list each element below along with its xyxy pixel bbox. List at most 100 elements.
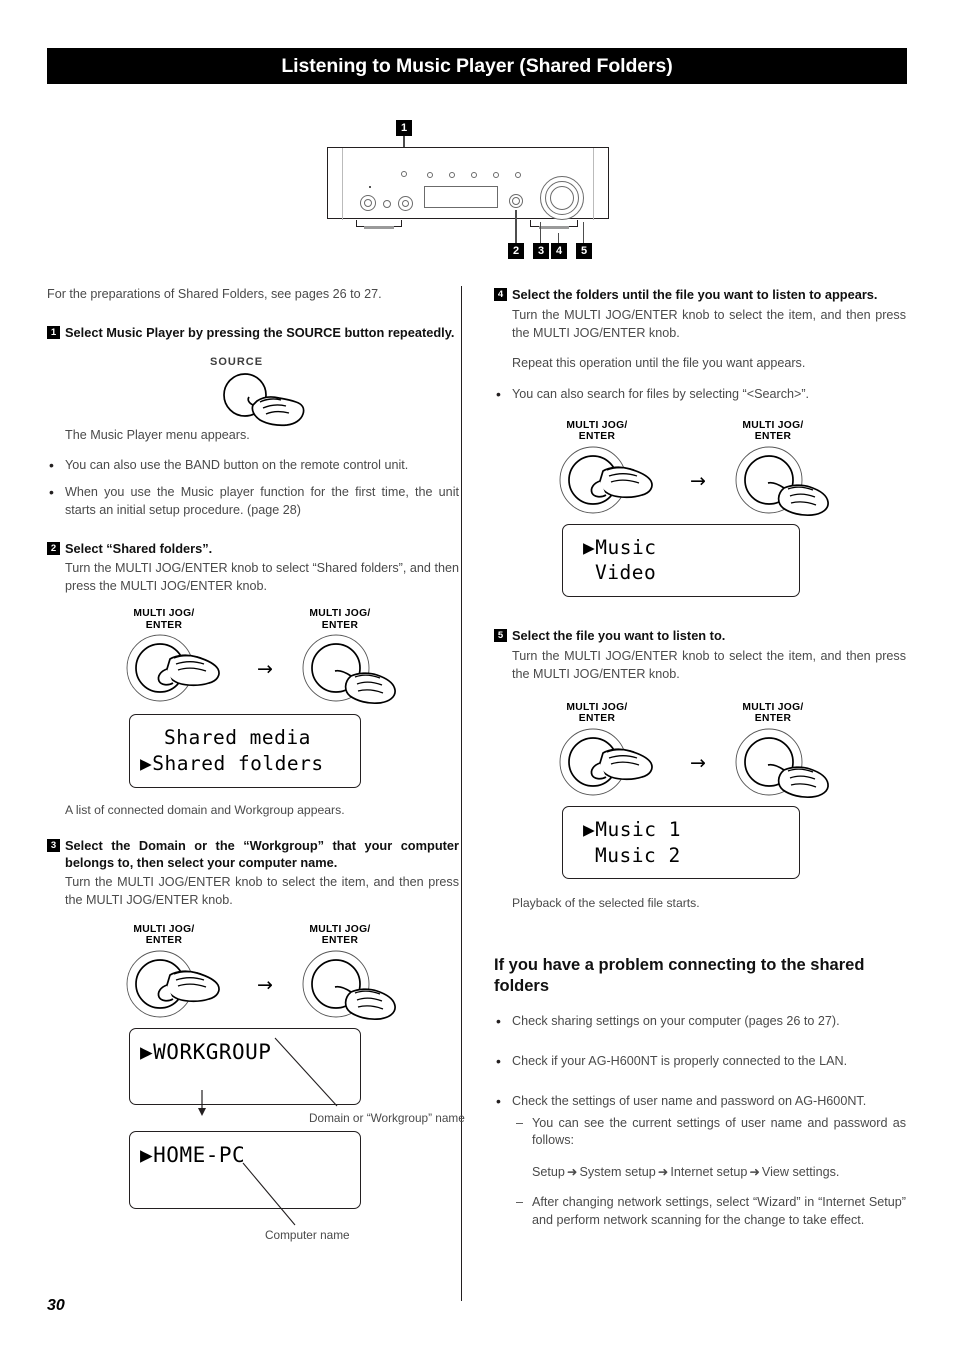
step-3-body: Turn the MULTI JOG/ENTER knob to select … xyxy=(65,875,459,908)
small-button xyxy=(383,200,391,208)
step-5-sequence-arrow: → xyxy=(690,751,706,774)
callout-number-1: 1 xyxy=(396,120,412,136)
source-button-center xyxy=(512,197,520,205)
page-number: 30 xyxy=(47,1297,65,1314)
step-4-body-line-1: Turn the MULTI JOG/ENTER knob to select … xyxy=(512,308,906,340)
device-front-panel-diagram: 1 2 3 4 5 xyxy=(300,110,640,275)
step-3-sequence-arrow: → xyxy=(257,973,273,996)
step-4-sequence-arrow: → xyxy=(690,469,706,492)
step-3-display-1-group: ▶WORKGROUP Domain or “Workgroup” name xyxy=(47,1027,465,1125)
step-5-display-line-1-text: Music 1 xyxy=(595,817,681,841)
indicator-led-6 xyxy=(515,172,521,178)
knob-press-illustration xyxy=(735,446,829,516)
knob-press-illustration xyxy=(735,728,829,798)
step-5-display-line-2: Music 2 xyxy=(595,843,681,867)
step-2-sequence-arrow: → xyxy=(257,658,273,681)
source-button-hand-illustration xyxy=(223,373,305,426)
callout-number-5: 5 xyxy=(576,243,592,259)
page-title-banner: Listening to Music Player (Shared Folder… xyxy=(47,48,907,84)
step-2-knob-figure: MULTI JOG/ ENTER MULTI JOG/ ENTER → xyxy=(47,608,459,708)
step-5-knob-figure: MULTI JOG/ ENTER MULTI JOG/ ENTER → xyxy=(494,702,906,802)
troubleshooting-sub-item-2: After changing network settings, select … xyxy=(516,1194,906,1230)
page-title: Listening to Music Player (Shared Folder… xyxy=(281,54,673,77)
step-4-display-line-2: Video xyxy=(595,561,657,585)
step-3-display-1-text: WORKGROUP xyxy=(153,1039,272,1064)
step-2-body: Turn the MULTI JOG/ENTER knob to select … xyxy=(65,561,459,593)
step-5-knob-label-left: MULTI JOG/ ENTER xyxy=(566,701,628,725)
step-4-display-line-1-text: Music xyxy=(595,535,657,559)
step-3-knob-label-left: MULTI JOG/ ENTER xyxy=(133,923,195,947)
menu-path-step-1: Setup xyxy=(532,1164,565,1179)
step-4-knob-label-left: MULTI JOG/ ENTER xyxy=(566,419,628,443)
callout-leader-2 xyxy=(515,210,517,243)
step-3-display-2-group: ▶HOME-PC Computer name xyxy=(47,1131,459,1242)
step-2-display-line-2-text: Shared folders xyxy=(152,752,324,776)
headphone-jack-inner xyxy=(364,199,372,207)
troubleshooting-bullet-1: Check sharing settings on your computer … xyxy=(494,1012,906,1032)
step-1: 1 Select Music Player by pressing the SO… xyxy=(47,324,459,341)
step-5: 5 Select the file you want to listen to.… xyxy=(494,627,906,684)
step-2-display: Shared media ▶Shared folders xyxy=(129,714,361,788)
right-column: 4 Select the folders until the file you … xyxy=(494,286,906,1243)
step-1-number: 1 xyxy=(47,325,60,339)
step-5-body: Turn the MULTI JOG/ENTER knob to select … xyxy=(512,649,906,682)
cabinet-foot-right-bar xyxy=(539,226,569,229)
knob-turn-illustration xyxy=(126,950,220,1018)
callout-number-4: 4 xyxy=(551,243,567,259)
menu-path-arrow-1: ➜ xyxy=(566,1163,578,1179)
step-1-heading: Select Music Player by pressing the SOUR… xyxy=(65,324,455,340)
callout-number-2: 2 xyxy=(508,243,524,259)
step-2-number: 2 xyxy=(47,541,60,555)
step-3-number: 3 xyxy=(47,839,60,853)
step-2-knob-label-right: MULTI JOG/ ENTER xyxy=(309,608,371,631)
step-3-display-2-caption: Computer name xyxy=(265,1228,350,1243)
step-4-display: ▶Music Video xyxy=(562,523,800,598)
knob-turn-illustration xyxy=(126,634,220,702)
step-2-heading: Select “Shared folders”. xyxy=(65,540,213,556)
step-3-display-1-callout-line xyxy=(274,1037,338,1107)
callout-leader-5 xyxy=(583,222,585,243)
lead-in-text: For the preparations of Shared Folders, … xyxy=(47,287,382,301)
step-1-result: The Music Player menu appears. xyxy=(65,427,250,442)
left-column: For the preparations of Shared Folders, … xyxy=(47,286,465,1242)
step-1-bullet-2: When you use the Music player function f… xyxy=(47,483,459,520)
step-2: 2 Select “Shared folders”. Turn the MULT… xyxy=(47,540,459,596)
step-5-display-line-1-selected: ▶Music 1 xyxy=(583,817,681,841)
menu-path-step-2: System setup xyxy=(579,1164,656,1179)
step-5-display: ▶Music 1 Music 2 xyxy=(562,805,800,880)
aux-jack-inner xyxy=(402,200,409,207)
callout-number-3: 3 xyxy=(533,243,549,259)
cabinet-foot-left-bar xyxy=(364,226,394,229)
step-4-bullet-1: You can also search for files by selecti… xyxy=(494,385,906,405)
step-5-number: 5 xyxy=(494,629,507,643)
step-5-result: Playback of the selected file starts. xyxy=(512,896,700,911)
step-3-knob-figure: MULTI JOG/ ENTER MULTI JOG/ ENTER → xyxy=(47,924,459,1024)
step-3-knob-label-right: MULTI JOG/ ENTER xyxy=(309,923,371,947)
callout-leader-3 xyxy=(540,222,542,243)
step-3-flow-arrow-down xyxy=(198,1089,206,1116)
source-button-figure: SOURCE xyxy=(47,347,459,427)
indicator-led-5 xyxy=(493,172,499,178)
step-2-display-line-2-selected: ▶Shared folders xyxy=(140,752,324,776)
menu-path-arrow-3: ➜ xyxy=(749,1163,760,1179)
step-2-knob-label-left: MULTI JOG/ ENTER xyxy=(133,608,195,631)
step-3: 3 Select the Domain or the “Workgroup” t… xyxy=(47,837,459,910)
step-4-number: 4 xyxy=(494,288,507,301)
indicator-led-1 xyxy=(401,171,407,177)
step-3-display-1-caption: Domain or “Workgroup” name xyxy=(309,1110,465,1125)
source-button-figure-label: SOURCE xyxy=(210,355,264,368)
callout-leader-4 xyxy=(558,233,560,243)
step-4-display-line-1-selected: ▶Music xyxy=(583,535,657,559)
step-4-body-line-2: Repeat this operation until the file you… xyxy=(512,356,806,371)
step-5-heading: Select the file you want to listen to. xyxy=(512,628,726,644)
troubleshooting-heading: If you have a problem connecting to the … xyxy=(494,955,865,995)
chassis-right-seam xyxy=(593,148,594,220)
step-4: 4 Select the folders until the file you … xyxy=(494,286,906,373)
chassis-left-seam xyxy=(342,148,343,220)
troubleshooting-bullet-2: Check if your AG-H600NT is properly conn… xyxy=(494,1052,906,1072)
troubleshooting-sub-list: You can see the current settings of user… xyxy=(494,1115,906,1231)
step-3-heading: Select the Domain or the “Workgroup” tha… xyxy=(65,838,459,871)
indicator-led-2 xyxy=(427,172,433,178)
step-1-bullet-1: You can also use the BAND button on the … xyxy=(47,456,459,476)
knob-turn-illustration xyxy=(559,446,653,514)
